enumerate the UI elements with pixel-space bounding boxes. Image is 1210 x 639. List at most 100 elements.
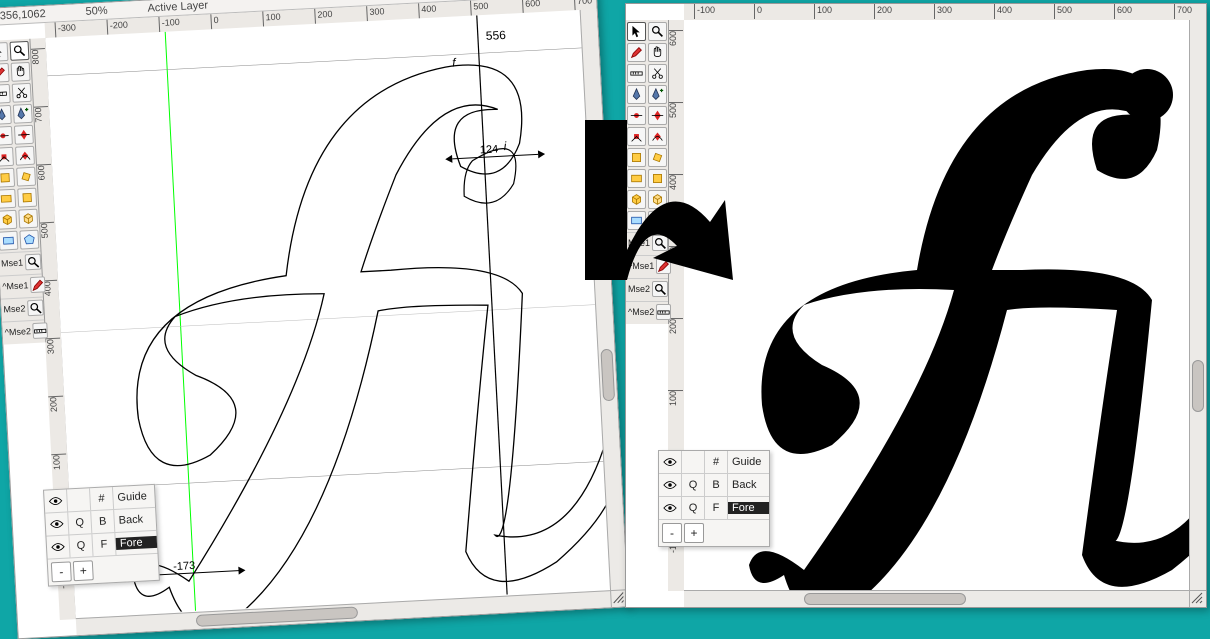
ruler-tick: -300 — [55, 20, 77, 37]
layer-q-cell[interactable]: Q — [682, 497, 705, 519]
layer-b-cell[interactable]: B — [91, 510, 115, 533]
layer-q-cell[interactable]: Q — [68, 511, 92, 534]
layers-panel: #GuideQBBackQFFore-+ — [658, 450, 770, 547]
glyph-outline-fi[interactable] — [108, 58, 611, 617]
bottom-width-label: -173 — [173, 560, 196, 573]
eye-icon[interactable] — [659, 474, 682, 496]
pen-tool[interactable] — [0, 105, 12, 125]
glyph-i-dot[interactable] — [1121, 69, 1173, 121]
glyph-filled-fi[interactable] — [749, 69, 1190, 591]
zoom-tool[interactable] — [648, 22, 667, 41]
layer-row[interactable]: #Guide — [659, 451, 769, 474]
square-yellow-tool[interactable] — [17, 188, 37, 208]
hand-tool[interactable] — [648, 43, 667, 62]
eye-icon[interactable] — [659, 451, 682, 473]
ruler-tick: 700 — [1174, 4, 1192, 19]
zoom-tool[interactable] — [10, 41, 30, 61]
layer-plus-button[interactable]: + — [684, 523, 704, 543]
box-3d-b-tool[interactable] — [18, 209, 38, 229]
layer-b-cell[interactable]: # — [705, 451, 728, 473]
pointer-tool[interactable] — [627, 22, 646, 41]
layer-q-cell[interactable] — [682, 451, 705, 473]
layer-name[interactable]: Back — [728, 479, 769, 491]
ruler-tool-tool[interactable] — [0, 84, 11, 104]
scrollbar-horizontal[interactable] — [684, 590, 1190, 607]
layer-b-cell[interactable]: F — [92, 533, 116, 556]
ruler-horizontal[interactable]: -1000100200300400500600700 — [684, 4, 1206, 21]
curve-red-tool[interactable] — [0, 126, 13, 146]
ruler-tick: -100 — [694, 4, 715, 19]
ruler-tick: 0 — [210, 13, 219, 29]
corner-red-tool[interactable] — [0, 147, 14, 167]
layer-name[interactable]: Guide — [728, 456, 769, 468]
ruler-tick: 100 — [51, 453, 67, 470]
zoom-binding[interactable] — [27, 299, 44, 316]
mouse-binding-label: ^Mse2 — [628, 307, 654, 317]
eye-icon[interactable] — [46, 535, 70, 558]
layers-panel: #Guide QBBack QFFore -+ — [43, 484, 160, 587]
mouse-binding-row: Mse2 — [1, 296, 44, 319]
transition-arrow-icon — [555, 120, 755, 300]
shape-rotate-tool[interactable] — [16, 167, 36, 187]
layer-b-cell[interactable]: B — [705, 474, 728, 496]
cut-tool[interactable] — [12, 83, 32, 103]
ruler-tool-binding[interactable] — [32, 322, 48, 339]
ruler-tool-binding[interactable] — [656, 304, 671, 320]
rect-tool[interactable] — [0, 231, 18, 251]
mouse-binding-label: ^Mse1 — [2, 280, 29, 291]
pen-add-tool[interactable] — [13, 104, 33, 124]
glyph-i-label: i — [503, 139, 507, 153]
scrollbar-thumb[interactable] — [600, 349, 615, 402]
pencil-binding[interactable] — [30, 276, 46, 293]
zoom-binding[interactable] — [25, 254, 42, 271]
mouse-binding-label: Mse2 — [3, 303, 26, 314]
scrollbar-vertical[interactable] — [1189, 20, 1206, 591]
tangent-tool[interactable] — [15, 146, 35, 166]
layer-row[interactable]: QBBack — [659, 474, 769, 497]
mouse-binding-row: ^Mse2 — [626, 301, 668, 322]
eye-icon[interactable] — [659, 497, 682, 519]
layer-name[interactable]: Fore — [728, 502, 769, 514]
ruler-tick: 600 — [36, 164, 52, 181]
layer-name[interactable]: Back — [114, 513, 156, 527]
layer-q-cell[interactable]: Q — [682, 474, 705, 496]
ruler-tick: 300 — [934, 4, 952, 19]
layer-name[interactable]: Fore — [116, 536, 158, 550]
layer-plus-button[interactable]: + — [73, 560, 94, 581]
eye-icon[interactable] — [45, 512, 69, 535]
box-3d-a-tool[interactable] — [0, 210, 17, 230]
pen-add-tool[interactable] — [648, 85, 667, 104]
pen-tool[interactable] — [627, 85, 646, 104]
layer-b-cell[interactable]: F — [705, 497, 728, 519]
layer-q-cell[interactable] — [67, 488, 91, 511]
layer-name[interactable]: Guide — [113, 490, 155, 504]
layer-q-cell[interactable]: Q — [69, 534, 93, 557]
pentagon-tool[interactable] — [19, 230, 39, 250]
layer-minus-button[interactable]: - — [51, 561, 72, 582]
active-layer-label: Active Layer — [147, 0, 208, 15]
eye-icon[interactable] — [44, 489, 68, 512]
ruler-tick: 300 — [366, 4, 385, 21]
scrollbar-thumb[interactable] — [1192, 360, 1204, 412]
ruler-tick: 800 — [30, 48, 46, 65]
curve-add-tool[interactable] — [14, 125, 34, 145]
cut-tool[interactable] — [648, 64, 667, 83]
ruler-tool-tool[interactable] — [627, 64, 646, 83]
pencil-tool[interactable] — [0, 63, 10, 83]
shape-move-tool[interactable] — [0, 168, 15, 188]
mouse-binding-row: Mse1 — [0, 251, 42, 274]
ruler-tick: 200 — [668, 318, 683, 334]
ruler-tick: 200 — [874, 4, 892, 19]
pointer-tool[interactable] — [0, 42, 9, 62]
layer-b-cell[interactable]: # — [90, 487, 114, 510]
layer-minus-button[interactable]: - — [662, 523, 682, 543]
layer-row[interactable]: QFFore — [659, 497, 769, 520]
scrollbar-thumb[interactable] — [804, 593, 966, 605]
ruler-tick: 100 — [668, 390, 683, 406]
resize-grip[interactable] — [1189, 590, 1206, 607]
pencil-tool[interactable] — [627, 43, 646, 62]
ruler-tick: 0 — [754, 4, 762, 19]
ruler-tick: 400 — [994, 4, 1012, 19]
rect-yellow-tool[interactable] — [0, 189, 16, 209]
hand-tool[interactable] — [11, 62, 31, 82]
